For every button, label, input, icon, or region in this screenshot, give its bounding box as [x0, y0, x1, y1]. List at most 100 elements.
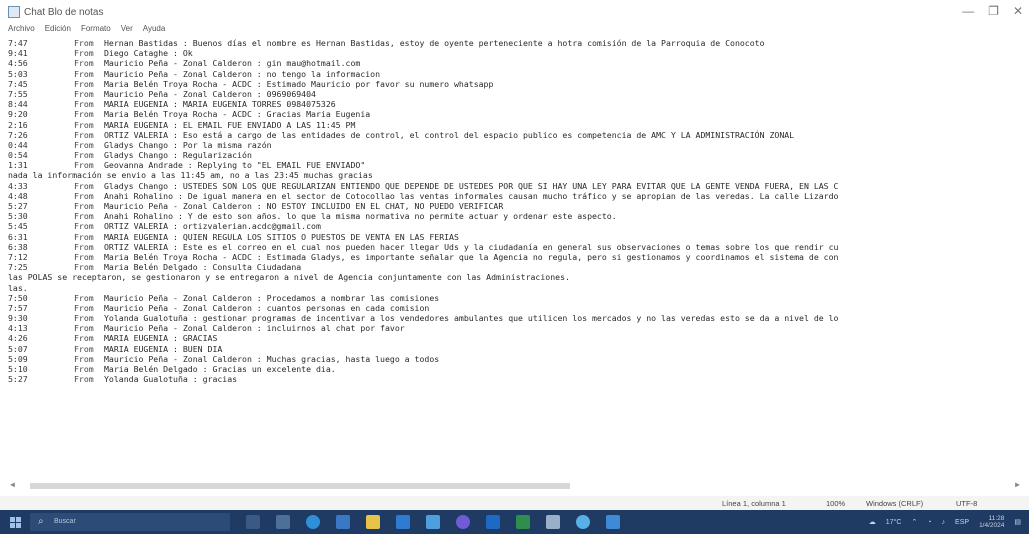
- chat-line: 4:26 From MARIA EUGENIA : GRACIAS: [0, 333, 1029, 343]
- word-icon[interactable]: [486, 515, 500, 529]
- weather-icon[interactable]: ☁: [869, 518, 876, 526]
- chat-time: 5:09: [8, 353, 28, 364]
- chat-message: nada la información se envio a las 11:45…: [8, 170, 373, 181]
- chat-message: MARIA EUGENIA : BUEN DIA: [104, 343, 223, 354]
- minimize-button[interactable]: —: [962, 4, 974, 18]
- chat-time: 2:16: [8, 119, 28, 130]
- clock-date: 1/4/2024: [979, 522, 1005, 529]
- chat-time: 8:44: [8, 99, 28, 110]
- menu-edicion[interactable]: Edición: [45, 24, 71, 38]
- chat-line: 7:55 From Mauricio Peña - Zonal Calderon :…: [0, 89, 1029, 99]
- chat-line: 4:56 From Mauricio Peña - Zonal Calderon :…: [0, 58, 1029, 68]
- notepad-taskbar-icon[interactable]: [546, 515, 560, 529]
- maximize-button[interactable]: ❐: [988, 4, 999, 18]
- chat-line: 2:16 From MARIA EUGENIA : EL EMAIL FUE ENV…: [0, 120, 1029, 130]
- task-view-icon[interactable]: [246, 515, 260, 529]
- chat-message: Yolanda Gualotuña : gestionar programas …: [104, 313, 839, 324]
- chat-from-label: From: [74, 313, 94, 324]
- edge-browser-icon[interactable]: [306, 515, 320, 529]
- chat-from-label: From: [74, 48, 94, 59]
- zoom-level: 100%: [826, 499, 846, 508]
- text-line-continuation: las POLAS se receptaron, se gestionaron …: [0, 272, 1029, 282]
- chat-time: 7:47: [8, 38, 28, 48]
- search-placeholder: Buscar: [54, 518, 76, 525]
- chat-message: Hernan Bastidas : Buenos días el nombre …: [104, 38, 765, 48]
- chat-message: ORTIZ VALERIA : Este es el correo en el …: [104, 241, 839, 252]
- mail-icon[interactable]: [396, 515, 410, 529]
- chat-time: 4:13: [8, 323, 28, 334]
- chat-from-label: From: [74, 58, 94, 69]
- menu-archivo[interactable]: Archivo: [8, 24, 35, 38]
- network-icon[interactable]: ◔: [927, 519, 931, 526]
- chat-time: 4:56: [8, 58, 28, 69]
- chat-time: 5:10: [8, 364, 28, 374]
- chat-from-label: From: [74, 292, 94, 303]
- chat-line: 5:27 From Mauricio Peña - Zonal Calderon :…: [0, 201, 1029, 211]
- window-title: Chat Blo de notas: [24, 6, 104, 18]
- chat-message: Mauricio Peña - Zonal Calderon : Proceda…: [104, 292, 440, 303]
- chat-from-label: From: [74, 231, 94, 242]
- chat-from-label: From: [74, 119, 94, 130]
- volume-icon[interactable]: ♪: [942, 519, 946, 526]
- chat-from-label: From: [74, 180, 94, 191]
- chat-message: las POLAS se receptaron, se gestionaron …: [8, 272, 570, 283]
- chat-from-label: From: [74, 251, 94, 262]
- scroll-right-icon[interactable]: ▶: [1015, 480, 1020, 489]
- menu-ayuda[interactable]: Ayuda: [143, 24, 166, 38]
- chat-message: MARIA EUGENIA : MARIA EUGENIA TORRES 098…: [104, 99, 336, 110]
- chat-line: 7:47 From Hernan Bastidas : Buenos días el…: [0, 38, 1029, 48]
- horizontal-scrollbar[interactable]: ◀ ▶: [10, 480, 1020, 490]
- chat-message: Maria Belén Delgado : Gracias un excelen…: [104, 364, 336, 374]
- language-indicator[interactable]: ESP: [955, 519, 969, 526]
- chat-from-label: From: [74, 201, 94, 211]
- scrollbar-thumb[interactable]: [30, 483, 570, 489]
- widgets-icon[interactable]: [276, 515, 290, 529]
- file-explorer-icon[interactable]: [366, 515, 380, 529]
- chat-time: 0:44: [8, 139, 28, 150]
- teams-icon[interactable]: [456, 515, 470, 529]
- close-button[interactable]: ✕: [1013, 4, 1023, 18]
- chat-from-label: From: [74, 129, 94, 140]
- chat-from-label: From: [74, 211, 94, 222]
- notepad-icon: [8, 6, 20, 18]
- chat-time: 5:03: [8, 68, 28, 79]
- chat-from-label: From: [74, 88, 94, 99]
- tray-chevron-icon[interactable]: ⌃: [911, 518, 917, 526]
- chat-message: Mauricio Peña - Zonal Calderon : Muchas …: [104, 353, 440, 364]
- text-line-continuation: nada la información se envio a las 11:45…: [0, 170, 1029, 180]
- status-bar: Línea 1, columna 1 100% Windows (CRLF) U…: [0, 496, 1029, 510]
- chat-message: Maria Belén Delgado : Consulta Ciudadana: [104, 262, 302, 273]
- notifications-icon[interactable]: ▤: [1014, 518, 1021, 526]
- scroll-left-icon[interactable]: ◀: [10, 480, 15, 489]
- chat-from-label: From: [74, 38, 94, 48]
- chat-time: 9:20: [8, 109, 28, 120]
- chat-line: 7:57 From Mauricio Peña - Zonal Calderon :…: [0, 303, 1029, 313]
- chat-from-label: From: [74, 109, 94, 120]
- chat-line: 1:31 From Geovanna Andrade : Replying to "…: [0, 160, 1029, 170]
- chat-time: 4:48: [8, 190, 28, 201]
- text-editor-area[interactable]: 7:47 From Hernan Bastidas : Buenos días el…: [0, 38, 1029, 470]
- excel-icon[interactable]: [516, 515, 530, 529]
- clock[interactable]: 11:28 1/4/2024: [979, 515, 1004, 529]
- chat-line: 5:45 From ORTIZ VALERIA : ortizvalerian.ac…: [0, 221, 1029, 231]
- menu-ver[interactable]: Ver: [121, 24, 133, 38]
- chat-from-label: From: [74, 139, 94, 150]
- chat-line: 4:13 From Mauricio Peña - Zonal Calderon :…: [0, 323, 1029, 333]
- menu-formato[interactable]: Formato: [81, 24, 111, 38]
- chat-time: 1:31: [8, 160, 28, 171]
- zoom-app-icon[interactable]: [576, 515, 590, 529]
- chat-from-label: From: [74, 241, 94, 252]
- chat-line: 7:25 From Maria Belén Delgado : Consulta C…: [0, 262, 1029, 272]
- windows-start-icon[interactable]: [10, 517, 21, 528]
- chat-from-label: From: [74, 160, 94, 171]
- settings-icon[interactable]: [606, 515, 620, 529]
- chat-time: 5:27: [8, 374, 28, 385]
- chat-message: Maria Belén Troya Rocha - ACDC : Gracias…: [104, 109, 371, 120]
- chat-message: Diego Cataghe : Ok: [104, 48, 193, 59]
- chat-from-label: From: [74, 262, 94, 273]
- chat-message: Mauricio Peña - Zonal Calderon : cuantos…: [104, 302, 430, 313]
- window-controls: — ❐ ✕: [962, 4, 1023, 18]
- store-icon[interactable]: [336, 515, 350, 529]
- photos-icon[interactable]: [426, 515, 440, 529]
- taskbar-search-box[interactable]: ⌕ Buscar: [30, 513, 230, 531]
